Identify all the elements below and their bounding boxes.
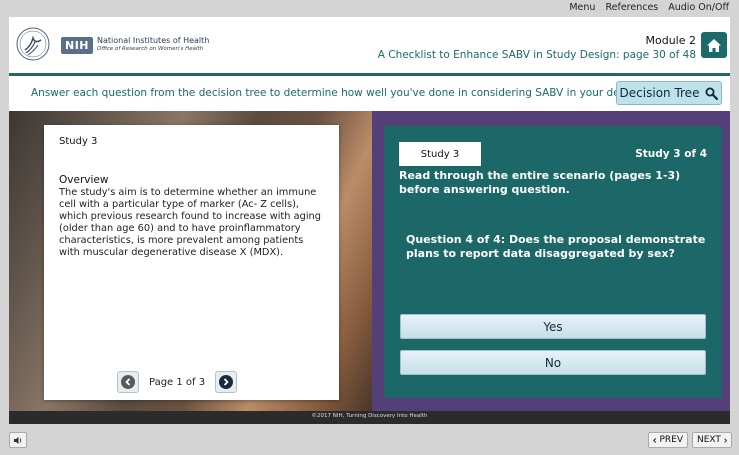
nih-logo-badge: NIH (61, 36, 94, 54)
module-title: Module 2 (645, 34, 697, 47)
previous-page-circle (121, 375, 135, 389)
module-subtitle: A Checklist to Enhance SABV in Study Des… (377, 49, 696, 61)
prev-button[interactable]: PREV (648, 432, 688, 448)
chevron-left-icon (125, 378, 131, 386)
instruction-bar: Answer each question from the decision t… (9, 76, 730, 111)
nih-logo: NIH National Institutes of Health Office… (61, 36, 209, 54)
header: NIH National Institutes of Health Office… (9, 17, 730, 73)
nih-logo-text: National Institutes of Health Office of … (97, 36, 209, 54)
next-button[interactable]: NEXT (692, 432, 732, 448)
speaker-icon (14, 436, 22, 444)
study-card: Study 3 Overview The study's aim is to d… (44, 125, 339, 400)
prev-label: PREV (659, 435, 683, 445)
next-page-button[interactable] (215, 371, 238, 393)
chevron-right-icon (223, 378, 229, 386)
menu-link[interactable]: Menu (569, 2, 595, 13)
decision-tree-label: Decision Tree (619, 86, 700, 100)
top-menu-bar: Menu References Audio On/Off (0, 0, 739, 17)
home-icon (707, 38, 721, 52)
answer-no-button[interactable]: No (400, 350, 706, 375)
top-menu-links: Menu References Audio On/Off (569, 2, 729, 13)
overview-body: The study's aim is to determine whether … (59, 187, 321, 258)
course-window: Menu References Audio On/Off NIH Nationa… (0, 0, 739, 455)
module-heading: Module 2 A Checklist to Enhance SABV in … (378, 34, 696, 61)
study-pager: Page 1 of 3 (117, 371, 238, 393)
audio-button[interactable] (9, 432, 27, 448)
question-panel: Study 3 Study 3 of 4 Read through the en… (384, 126, 722, 398)
overview-heading: Overview (59, 174, 109, 186)
next-label: NEXT (697, 435, 721, 445)
home-button[interactable] (701, 32, 727, 58)
next-page-circle (219, 375, 234, 389)
previous-page-button[interactable] (117, 371, 139, 393)
chevron-left-icon (653, 437, 657, 443)
nih-logo-line1: National Institutes of Health (97, 36, 210, 45)
study-card-title: Study 3 (59, 136, 98, 147)
nih-logo-line2: Office of Research on Women's Health (97, 46, 204, 52)
references-link[interactable]: References (605, 2, 658, 13)
instruction-text: Answer each question from the decision t… (31, 87, 645, 99)
question-text: Question 4 of 4: Does the proposal demon… (406, 233, 706, 260)
decision-tree-button[interactable]: Decision Tree (616, 81, 722, 105)
content-area: Study 3 Overview The study's aim is to d… (9, 111, 730, 411)
study-counter: Study 3 of 4 (635, 148, 707, 160)
chevron-right-icon (724, 437, 727, 443)
copyright-strip: ©2017 NIH, Turning Discovery Into Health (9, 411, 730, 424)
question-instruction: Read through the entire scenario (pages … (399, 169, 681, 196)
copyright-text: ©2017 NIH, Turning Discovery Into Health (311, 413, 428, 419)
audio-toggle-link[interactable]: Audio On/Off (668, 2, 729, 13)
pager-label: Page 1 of 3 (149, 376, 206, 388)
study-tag: Study 3 (399, 142, 481, 166)
hhs-seal-icon (16, 27, 50, 61)
answer-yes-button[interactable]: Yes (400, 314, 706, 339)
search-icon (705, 87, 719, 100)
